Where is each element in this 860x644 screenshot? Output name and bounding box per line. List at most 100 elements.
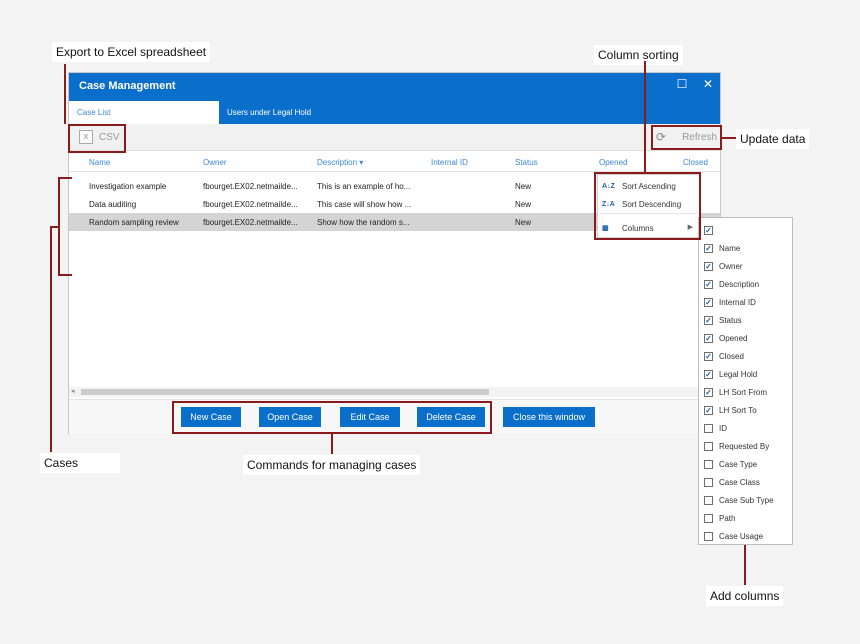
column-header-owner[interactable]: Owner: [203, 158, 227, 167]
checkbox[interactable]: ✓: [704, 351, 713, 361]
column-option[interactable]: ✓ Description: [704, 277, 759, 291]
column-option-label: ID: [719, 423, 727, 433]
checkbox[interactable]: [704, 423, 713, 433]
annotation-line-add-columns: [744, 545, 746, 585]
column-option[interactable]: ✓: [704, 223, 719, 237]
column-option-label: Case Sub Type: [719, 495, 774, 505]
column-option[interactable]: Case Type: [704, 457, 757, 471]
column-option[interactable]: ✓ Legal Hold: [704, 367, 757, 381]
columns-chooser: ✓ ✓ Name ✓ Owner ✓ Description ✓ Internal ID ✓ Sta…: [698, 217, 793, 545]
column-option-label: Legal Hold: [719, 369, 758, 379]
checkbox[interactable]: ✓: [704, 387, 713, 397]
checkbox[interactable]: ✓: [704, 243, 713, 253]
column-option-label: Internal ID: [719, 297, 756, 307]
column-header-internal-id[interactable]: Internal ID: [431, 158, 468, 167]
column-option-label: Closed: [719, 351, 744, 361]
cell-status: New: [515, 182, 532, 191]
column-option[interactable]: ✓ LH Sort To: [704, 403, 757, 417]
checkbox[interactable]: ✓: [704, 225, 713, 235]
column-option[interactable]: ✓ Name: [704, 241, 740, 255]
column-header-opened[interactable]: Opened: [599, 158, 627, 167]
column-option-label: Case Type: [719, 459, 758, 469]
checkbox[interactable]: [704, 459, 713, 469]
column-option[interactable]: Case Usage: [704, 529, 763, 543]
column-option[interactable]: ✓ Status: [704, 313, 742, 327]
scrollbar-thumb[interactable]: [81, 389, 489, 395]
case-management-window: Case Management ☐ ✕ Case List Users unde…: [68, 72, 721, 434]
column-option-label: Owner: [719, 261, 743, 271]
column-option-label: Case Usage: [719, 531, 764, 541]
column-option-label: Status: [719, 315, 742, 325]
cell-description: This is an example of ho...: [317, 182, 411, 191]
column-option[interactable]: ID: [704, 421, 727, 435]
annotation-box-sort-menu: [594, 172, 701, 240]
checkbox[interactable]: [704, 531, 713, 541]
annotation-commands: Commands for managing cases: [243, 455, 421, 475]
checkbox[interactable]: [704, 495, 713, 505]
column-option-label: Opened: [719, 333, 748, 343]
annotation-line-cases-down: [50, 226, 52, 452]
tab-case-list[interactable]: Case List: [69, 101, 219, 124]
window-title: Case Management: [79, 80, 176, 92]
cell-name: Data auditing: [89, 200, 137, 209]
cell-description: This case will show how ...: [317, 200, 412, 209]
cell-status: New: [515, 218, 532, 227]
annotation-line-export: [64, 64, 66, 124]
cell-name: Investigation example: [89, 182, 167, 191]
annotation-add-columns: Add columns: [706, 586, 784, 606]
annotation-box-commands: [172, 401, 492, 434]
checkbox[interactable]: ✓: [704, 369, 713, 379]
checkbox[interactable]: [704, 441, 713, 451]
checkbox[interactable]: [704, 513, 713, 523]
close-window-button[interactable]: Close this window: [503, 407, 595, 427]
title-bar: Case Management ☐ ✕: [69, 73, 720, 101]
maximize-icon[interactable]: ☐: [675, 77, 689, 91]
annotation-line-commands: [331, 434, 333, 454]
column-option[interactable]: ✓ Closed: [704, 349, 744, 363]
column-option-label: Requested By: [719, 441, 770, 451]
column-option-label: Name: [719, 243, 741, 253]
column-header-status[interactable]: Status: [515, 158, 538, 167]
cell-name: Random sampling review: [89, 218, 179, 227]
annotation-export: Export to Excel spreadsheet: [52, 42, 211, 62]
checkbox[interactable]: ✓: [704, 279, 713, 289]
column-option[interactable]: Path: [704, 511, 735, 525]
grid-header: Name Owner Description ▾ Internal ID Sta…: [69, 152, 720, 172]
column-option-label: LH Sort From: [719, 387, 768, 397]
cell-description: Show how the random s...: [317, 218, 410, 227]
annotation-bracket-cases-top: [58, 177, 72, 179]
cell-status: New: [515, 200, 532, 209]
column-option[interactable]: ✓ Owner: [704, 259, 743, 273]
column-option[interactable]: ✓ Opened: [704, 331, 747, 345]
horizontal-scrollbar[interactable]: ◂: [69, 387, 720, 397]
checkbox[interactable]: ✓: [704, 297, 713, 307]
column-option-label: Description: [719, 279, 760, 289]
column-header-description[interactable]: Description ▾: [317, 158, 363, 167]
tab-strip: Case List Users under Legal Hold: [69, 101, 720, 124]
column-header-name[interactable]: Name: [89, 158, 110, 167]
close-icon[interactable]: ✕: [701, 77, 715, 91]
column-option[interactable]: ✓ Internal ID: [704, 295, 756, 309]
checkbox[interactable]: [704, 477, 713, 487]
scroll-left-icon[interactable]: ◂: [71, 387, 75, 395]
column-option[interactable]: Case Sub Type: [704, 493, 774, 507]
cell-owner: fbourget.EX02.netmailde...: [203, 200, 298, 209]
checkbox[interactable]: ✓: [704, 405, 713, 415]
column-option-label: Case Class: [719, 477, 760, 487]
tab-users-legal-hold[interactable]: Users under Legal Hold: [219, 101, 319, 124]
annotation-line-sorting: [644, 61, 646, 172]
annotation-bracket-cases: [58, 177, 60, 276]
checkbox[interactable]: ✓: [704, 315, 713, 325]
column-header-closed[interactable]: Closed: [683, 158, 708, 167]
column-option[interactable]: ✓ LH Sort From: [704, 385, 767, 399]
annotation-box-refresh: [651, 125, 722, 150]
annotation-line-update: [722, 137, 736, 139]
annotation-sorting: Column sorting: [594, 45, 683, 65]
annotation-bracket-cases-bottom: [58, 274, 72, 276]
checkbox[interactable]: ✓: [704, 261, 713, 271]
column-option[interactable]: Case Class: [704, 475, 760, 489]
column-option-label: LH Sort To: [719, 405, 757, 415]
annotation-cases: Cases: [40, 453, 120, 473]
column-option[interactable]: Requested By: [704, 439, 769, 453]
checkbox[interactable]: ✓: [704, 333, 713, 343]
